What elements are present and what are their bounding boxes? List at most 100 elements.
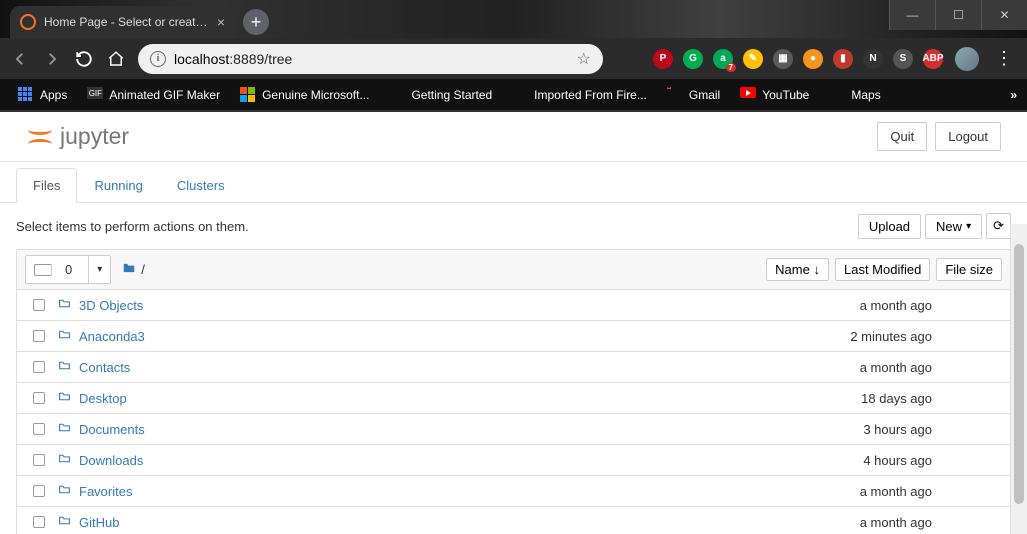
logout-button[interactable]: Logout <box>935 122 1001 151</box>
browser-toolbar: i localhost:8889/tree ☆ PGa7 ✎ ▦ ● ▮ NS ABP ⋮ <box>0 38 1027 80</box>
file-row: Desktop 18 days ago <box>16 383 1011 414</box>
file-link[interactable]: 3D Objects <box>79 298 143 313</box>
row-checkbox[interactable] <box>33 516 45 528</box>
file-link[interactable]: Documents <box>79 422 145 437</box>
quit-button[interactable]: Quit <box>877 122 927 151</box>
browser-menu-icon[interactable]: ⋮ <box>991 48 1017 69</box>
row-checkbox[interactable] <box>33 485 45 497</box>
file-list-header: 0 ▾ / Name ↓ Last Modified File size <box>16 249 1011 290</box>
bookmark-icon <box>667 87 683 103</box>
window-close-button[interactable]: ✕ <box>981 0 1027 30</box>
file-row: 3D Objects a month ago <box>16 290 1011 321</box>
refresh-icon: ⟳ <box>993 218 1004 234</box>
row-checkbox[interactable] <box>33 454 45 466</box>
bookmark-star-icon[interactable]: ☆ <box>577 49 591 69</box>
scrollbar[interactable] <box>1010 224 1027 534</box>
file-row: Downloads4 hours ago <box>16 445 1011 476</box>
bookmark-icon: GIF <box>87 87 103 103</box>
reload-icon[interactable] <box>74 49 94 69</box>
new-button[interactable]: New ▾ <box>925 214 982 239</box>
sort-modified-button[interactable]: Last Modified <box>835 258 930 281</box>
home-icon[interactable] <box>106 49 126 69</box>
bookmark-icon <box>512 87 528 103</box>
row-checkbox[interactable] <box>33 423 45 435</box>
select-control[interactable]: 0 ▾ <box>25 255 111 284</box>
hint-text: Select items to perform actions on them. <box>16 219 854 234</box>
tab-files[interactable]: Files <box>16 168 77 203</box>
folder-icon[interactable] <box>121 261 137 278</box>
refresh-button[interactable]: ⟳ <box>986 213 1011 239</box>
breadcrumb[interactable]: / <box>141 262 145 277</box>
select-dropdown-icon[interactable]: ▾ <box>89 256 110 283</box>
bookmark-item[interactable]: YouTube <box>732 83 817 107</box>
forward-icon[interactable] <box>42 49 62 69</box>
bookmark-label: Animated GIF Maker <box>109 88 220 102</box>
info-icon[interactable]: i <box>150 51 166 67</box>
bookmark-label: Gmail <box>689 88 720 102</box>
jupyter-favicon <box>20 14 36 30</box>
bookmark-item[interactable]: Maps <box>821 83 888 107</box>
bookmarks-overflow-icon[interactable]: » <box>1010 88 1017 102</box>
file-link[interactable]: Favorites <box>79 484 132 499</box>
url-text: localhost:8889/tree <box>174 51 292 67</box>
extension-icon[interactable]: ▮ <box>833 49 853 69</box>
jupyter-logo-text: jupyter <box>60 123 129 150</box>
file-link[interactable]: Downloads <box>79 453 143 468</box>
extension-icon[interactable]: ABP <box>923 49 943 69</box>
close-icon[interactable]: × <box>217 14 225 30</box>
back-icon[interactable] <box>10 49 30 69</box>
bookmark-icon <box>389 87 405 103</box>
folder-icon <box>57 297 72 313</box>
extension-icon[interactable]: a7 <box>713 49 733 69</box>
bookmark-label: Genuine Microsoft... <box>262 88 369 102</box>
action-row: Select items to perform actions on them.… <box>0 203 1027 249</box>
new-tab-button[interactable]: + <box>243 9 269 35</box>
extension-icon[interactable]: ● <box>803 49 823 69</box>
extension-icon[interactable]: ▦ <box>773 49 793 69</box>
bookmark-item[interactable]: Apps <box>10 83 75 107</box>
extension-icon[interactable]: ✎ <box>743 49 763 69</box>
maximize-button[interactable]: ☐ <box>935 0 981 30</box>
file-modified: a month ago <box>860 360 1002 375</box>
address-bar[interactable]: i localhost:8889/tree ☆ <box>138 44 603 74</box>
browser-tab-strip: Home Page - Select or create a n × + — ☐… <box>0 0 1027 38</box>
row-checkbox[interactable] <box>33 361 45 373</box>
bookmark-item[interactable]: Getting Started <box>381 83 500 107</box>
upload-button[interactable]: Upload <box>858 214 921 239</box>
browser-tab[interactable]: Home Page - Select or create a n × <box>10 6 235 38</box>
extension-icon[interactable]: N <box>863 49 883 69</box>
caret-down-icon: ▾ <box>966 221 971 232</box>
profile-avatar[interactable] <box>955 47 979 71</box>
extension-icon[interactable]: G <box>683 49 703 69</box>
sort-name-button[interactable]: Name ↓ <box>766 258 829 281</box>
jupyter-logo[interactable]: jupyter <box>26 123 129 151</box>
folder-icon <box>57 328 72 344</box>
bookmark-label: Imported From Fire... <box>534 88 647 102</box>
file-modified: 18 days ago <box>861 391 1002 406</box>
file-modified: a month ago <box>860 298 1002 313</box>
row-checkbox[interactable] <box>33 392 45 404</box>
bookmark-label: Getting Started <box>411 88 492 102</box>
bookmark-item[interactable]: Imported From Fire... <box>504 83 655 107</box>
bookmark-item[interactable]: Genuine Microsoft... <box>232 83 377 107</box>
minimize-button[interactable]: — <box>889 0 935 30</box>
row-checkbox[interactable] <box>33 299 45 311</box>
select-all-checkbox[interactable] <box>34 264 52 276</box>
tab-clusters[interactable]: Clusters <box>160 168 242 203</box>
extension-icon[interactable]: S <box>893 49 913 69</box>
file-link[interactable]: GitHub <box>79 515 119 530</box>
bookmark-item[interactable]: GIF Animated GIF Maker <box>79 83 228 107</box>
bookmarks-bar: Apps GIF Animated GIF Maker Genuine Microso… <box>0 80 1027 112</box>
file-row: Contacts a month ago <box>16 352 1011 383</box>
file-modified: a month ago <box>860 515 1002 530</box>
sort-size-button[interactable]: File size <box>936 258 1002 281</box>
file-list: 3D Objectsa month agoAnaconda32 minutes … <box>16 290 1011 534</box>
extension-icon[interactable]: P <box>653 49 673 69</box>
file-link[interactable]: Contacts <box>79 360 130 375</box>
tab-running[interactable]: Running <box>77 168 159 203</box>
file-link[interactable]: Anaconda3 <box>79 329 145 344</box>
bookmark-item[interactable]: Gmail <box>659 83 728 107</box>
folder-icon <box>57 514 72 530</box>
row-checkbox[interactable] <box>33 330 45 342</box>
file-link[interactable]: Desktop <box>79 391 127 406</box>
